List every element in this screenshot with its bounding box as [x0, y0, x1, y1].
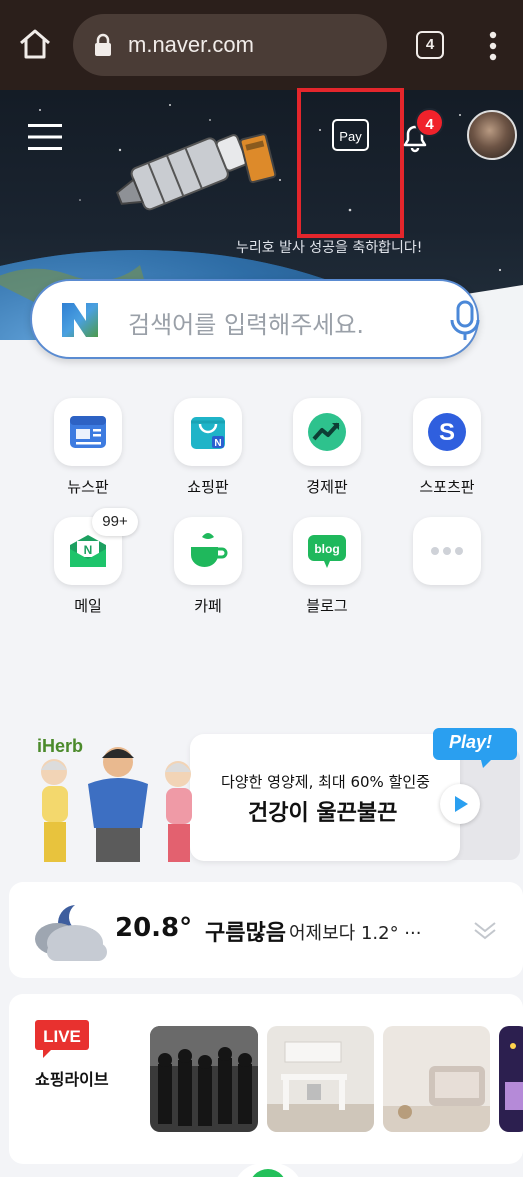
mail-count-badge: 99+: [92, 508, 138, 536]
weather-card[interactable]: 20.8° 구름많음 어제보다 1.2° ···: [9, 882, 523, 978]
lock-icon: [95, 33, 111, 56]
naver-logo-icon[interactable]: [60, 301, 100, 339]
shopping-tile[interactable]: N: [174, 398, 242, 466]
browser-toolbar: m.naver.com 4: [0, 0, 523, 90]
blog-tile[interactable]: blog: [293, 517, 361, 585]
svg-text:N: N: [84, 543, 93, 557]
play-triangle-icon: [455, 796, 468, 812]
highlight-annotation: [297, 88, 404, 238]
shortcut-label: 스포츠판: [419, 478, 475, 496]
home-icon[interactable]: [18, 27, 52, 61]
shortcut-news[interactable]: 뉴스판: [43, 398, 133, 497]
live-thumbnail[interactable]: [267, 1026, 374, 1132]
hero-caption: 누리호 발사 성공을 축하합니다!: [236, 240, 423, 256]
economy-tile[interactable]: [293, 398, 361, 466]
shopping-live-title: 쇼핑라이브: [35, 1070, 109, 1089]
avatar[interactable]: [467, 110, 517, 160]
shortcut-label: 뉴스판: [67, 478, 109, 496]
cafe-tile[interactable]: [174, 517, 242, 585]
green-circle-icon: [249, 1169, 287, 1177]
shortcut-label: 경제판: [306, 478, 348, 496]
shortcut-shopping[interactable]: N 쇼핑판: [163, 398, 253, 497]
shortcut-blog[interactable]: blog 블로그: [282, 517, 372, 616]
live-thumbnail[interactable]: [383, 1026, 490, 1132]
trend-chart-icon: [308, 413, 346, 451]
search-input[interactable]: 검색어를 입력해주세요.: [128, 305, 364, 340]
svg-text:N: N: [214, 438, 221, 449]
ad-subtitle: 다양한 영양제, 최대 60% 할인중: [221, 773, 430, 791]
sports-tile[interactable]: S: [413, 398, 481, 466]
shortcut-more[interactable]: [402, 517, 492, 585]
temperature: 20.8°: [115, 913, 193, 943]
ad-banner[interactable]: iHerb 다양한 영양제, 최대 60% 할인중 건강이 울끈불끈 Play!: [0, 728, 523, 863]
url-text[interactable]: m.naver.com: [128, 28, 254, 62]
chevron-down-icon[interactable]: [473, 920, 497, 942]
play-label: Play!: [449, 732, 493, 752]
svg-text:S: S: [439, 419, 455, 446]
microphone-icon[interactable]: [448, 300, 482, 342]
kids-bed-thumbnail: [383, 1026, 490, 1132]
shopping-live-card[interactable]: LIVE 쇼핑라이브: [9, 994, 523, 1164]
ad-play-button[interactable]: [440, 784, 480, 824]
live-badge-text: LIVE: [43, 1027, 81, 1046]
shortcut-label: 쇼핑판: [187, 478, 229, 496]
search-bar[interactable]: 검색어를 입력해주세요.: [30, 279, 482, 359]
shortcut-label: 블로그: [306, 597, 348, 615]
weather-condition: 구름많음: [205, 921, 286, 946]
ad-illustration: [41, 747, 192, 862]
shopping-bag-icon: N: [191, 417, 225, 449]
more-dots-icon: [431, 547, 463, 555]
shortcut-label: 카페: [194, 597, 222, 615]
live-thumbnail[interactable]: [150, 1026, 258, 1132]
live-thumbnail[interactable]: [499, 1026, 523, 1132]
floating-button[interactable]: [233, 1163, 303, 1177]
blog-icon-text: blog: [314, 542, 339, 556]
shortcut-economy[interactable]: 경제판: [282, 398, 372, 497]
shortcut-cafe[interactable]: 카페: [163, 517, 253, 616]
cloudy-moon-icon: [35, 905, 107, 961]
shortcut-sports[interactable]: S 스포츠판: [402, 398, 492, 497]
live-badge-icon: LIVE: [35, 1020, 89, 1058]
sports-s-icon: S: [428, 413, 466, 451]
ad-title: 건강이 울끈불끈: [248, 801, 398, 826]
desk-furniture-thumbnail: [267, 1026, 374, 1132]
party-thumbnail: [499, 1026, 523, 1132]
news-tile[interactable]: [54, 398, 122, 466]
shortcut-label: 메일: [74, 597, 102, 615]
group-photo-thumbnail: [150, 1026, 258, 1132]
cafe-cup-icon: [191, 533, 228, 567]
tab-switcher-button[interactable]: 4: [416, 31, 444, 59]
weather-comparison: 어제보다 1.2° ···: [289, 923, 422, 944]
menu-icon[interactable]: [28, 123, 62, 151]
more-tile[interactable]: [413, 517, 481, 585]
mail-icon: N: [70, 535, 106, 567]
notification-badge: 4: [415, 108, 444, 137]
news-icon: [70, 416, 106, 448]
more-vert-icon[interactable]: [486, 30, 500, 62]
blog-bubble-icon: blog: [308, 535, 346, 568]
